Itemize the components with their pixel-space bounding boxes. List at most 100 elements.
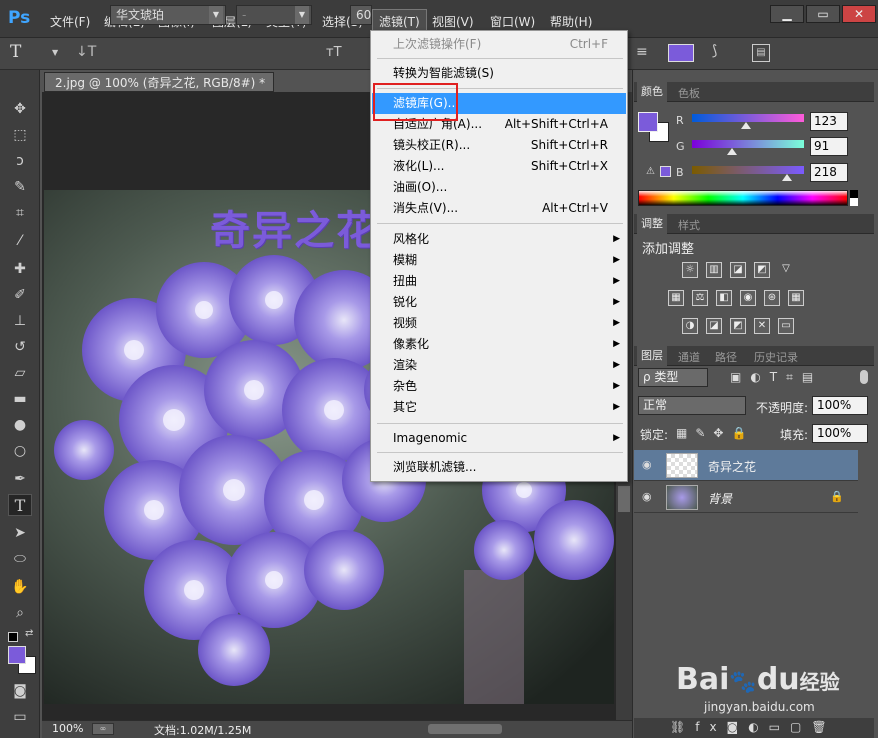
menu-item-other[interactable]: 其它 ▶ <box>372 397 626 418</box>
zoom-tool-icon[interactable]: ⌕ <box>8 602 32 624</box>
tab-color[interactable]: 颜色 <box>637 82 667 102</box>
menu-item-video[interactable]: 视频 ▶ <box>372 313 626 334</box>
color-lookup-icon[interactable]: ▦ <box>788 290 804 306</box>
move-tool-icon[interactable]: ✥ <box>8 98 32 120</box>
status-options-icon[interactable]: ∞ <box>92 723 114 735</box>
vertical-scroll-thumb[interactable] <box>618 486 630 512</box>
tab-adjustments[interactable]: 调整 <box>637 214 667 234</box>
filter-toggle-icon[interactable] <box>860 370 868 384</box>
levels-icon[interactable]: ▥ <box>706 262 722 278</box>
menu-item-oil-paint[interactable]: 油画(O)... <box>372 177 626 198</box>
red-slider[interactable] <box>692 114 804 122</box>
blue-slider-thumb[interactable] <box>782 174 792 181</box>
blur-tool-icon[interactable]: ● <box>8 414 32 436</box>
layer-action-icons[interactable]: ⛓fx◙◐▭▢🗑 <box>670 720 837 734</box>
menu-item-distort[interactable]: 扭曲 ▶ <box>372 271 626 292</box>
chevron-down-icon[interactable]: ▼ <box>52 48 58 57</box>
dodge-tool-icon[interactable]: ○ <box>8 440 32 462</box>
invert-icon[interactable]: ◑ <box>682 318 698 334</box>
type-tool-icon[interactable]: T <box>8 494 32 516</box>
menu-item-lens-correction[interactable]: 镜头校正(R)... Shift+Ctrl+R <box>372 135 626 156</box>
black-swatch[interactable] <box>850 190 858 198</box>
warp-text-icon[interactable]: ⟆ <box>712 43 717 59</box>
blue-slider[interactable] <box>692 166 804 174</box>
marquee-tool-icon[interactable]: ⬚ <box>8 124 32 146</box>
brush-tool-icon[interactable]: ✐ <box>8 284 32 306</box>
vibrance-icon[interactable]: ▽ <box>778 262 794 278</box>
text-orientation-icon[interactable]: ↓T <box>76 44 96 60</box>
red-value[interactable]: 123 <box>810 112 848 131</box>
layer-kind-filter[interactable]: ρ 类型 <box>638 368 708 387</box>
green-slider[interactable] <box>692 140 804 148</box>
tab-paths[interactable]: 路径 <box>711 349 741 365</box>
eyedropper-tool-icon[interactable]: ⁄ <box>8 230 32 252</box>
gamut-color-swatch[interactable] <box>660 166 671 177</box>
document-tab[interactable]: 2.jpg @ 100% (奇异之花, RGB/8#) * <box>44 72 274 92</box>
fill-input[interactable]: 100% <box>812 424 868 443</box>
lasso-tool-icon[interactable]: ↄ <box>8 150 32 172</box>
character-panel-icon[interactable]: ▤ <box>752 44 770 62</box>
quick-mask-icon[interactable]: ◙ <box>8 680 32 702</box>
eraser-tool-icon[interactable]: ▱ <box>8 362 32 384</box>
color-spectrum[interactable] <box>638 190 848 206</box>
horizontal-scroll-thumb[interactable] <box>428 724 502 734</box>
green-value[interactable]: 91 <box>810 137 848 156</box>
menu-help[interactable]: 帮助(H) <box>550 13 592 30</box>
swap-colors-icon[interactable]: ⇄ <box>25 628 33 639</box>
foreground-color-swatch[interactable] <box>638 112 658 132</box>
menu-item-noise[interactable]: 杂色 ▶ <box>372 376 626 397</box>
menu-item-render[interactable]: 渲染 ▶ <box>372 355 626 376</box>
photo-filter-icon[interactable]: ◉ <box>740 290 756 306</box>
eye-icon[interactable]: ◉ <box>642 458 652 471</box>
red-slider-thumb[interactable] <box>741 122 751 129</box>
close-button[interactable]: ✕ <box>842 5 876 23</box>
menu-item-sharpen[interactable]: 锐化 ▶ <box>372 292 626 313</box>
menu-item-browse-filters-online[interactable]: 浏览联机滤镜... <box>372 457 626 478</box>
healing-brush-tool-icon[interactable]: ✚ <box>8 258 32 280</box>
tab-layers[interactable]: 图层 <box>637 346 667 366</box>
hand-tool-icon[interactable]: ✋ <box>8 576 32 598</box>
default-colors-icon[interactable] <box>8 632 18 642</box>
blue-value[interactable]: 218 <box>810 163 848 182</box>
minimize-button[interactable]: ▁ <box>770 5 804 23</box>
lock-options-icons[interactable]: ▦✎✥🔒 <box>676 426 754 440</box>
text-color-swatch[interactable] <box>668 44 694 62</box>
crop-tool-icon[interactable]: ⌗ <box>8 202 32 224</box>
tab-channels[interactable]: 通道 <box>674 349 704 365</box>
layer-filter-icons[interactable]: ▣◐T⌗▤ <box>730 370 822 385</box>
canvas-text-layer[interactable]: 奇异之花 <box>210 198 370 256</box>
tab-history[interactable]: 历史记录 <box>750 349 802 365</box>
layer-row-text[interactable]: ◉ 奇异之花 <box>634 450 858 481</box>
history-brush-tool-icon[interactable]: ↺ <box>8 336 32 358</box>
menu-item-imagenomic[interactable]: Imagenomic ▶ <box>372 428 626 449</box>
text-tool-preset-icon[interactable]: T <box>10 42 38 64</box>
menu-item-liquify[interactable]: 液化(L)... Shift+Ctrl+X <box>372 156 626 177</box>
threshold-icon[interactable]: ◩ <box>730 318 746 334</box>
path-selection-tool-icon[interactable]: ➤ <box>8 522 32 544</box>
gamut-warning-icon[interactable]: ⚠ <box>646 166 655 177</box>
hue-saturation-icon[interactable]: ▦ <box>668 290 684 306</box>
white-swatch[interactable] <box>850 198 858 206</box>
opacity-input[interactable]: 100% <box>812 396 868 415</box>
restore-button[interactable]: ▭ <box>806 5 840 23</box>
zoom-level[interactable]: 100% <box>52 722 83 735</box>
gradient-tool-icon[interactable]: ▬ <box>8 388 32 410</box>
green-slider-thumb[interactable] <box>727 148 737 155</box>
screen-mode-icon[interactable]: ▭ <box>8 706 32 728</box>
menu-file[interactable]: 文件(F) <box>50 13 90 30</box>
foreground-color-swatch[interactable] <box>8 646 26 664</box>
tab-swatches[interactable]: 色板 <box>674 85 704 101</box>
menu-window[interactable]: 窗口(W) <box>490 13 535 30</box>
clone-stamp-tool-icon[interactable]: ⊥ <box>8 310 32 332</box>
ellipse-tool-icon[interactable]: ⬭ <box>8 548 32 570</box>
gradient-map-icon[interactable]: ▭ <box>778 318 794 334</box>
menu-item-stylize[interactable]: 风格化 ▶ <box>372 229 626 250</box>
menu-item-pixelate[interactable]: 像素化 ▶ <box>372 334 626 355</box>
menu-item-convert-smart-filter[interactable]: 转换为智能滤镜(S) <box>372 63 626 84</box>
channel-mixer-icon[interactable]: ⊛ <box>764 290 780 306</box>
font-family-select[interactable]: 华文琥珀 ▼ <box>110 5 226 25</box>
exposure-icon[interactable]: ◩ <box>754 262 770 278</box>
black-white-icon[interactable]: ◧ <box>716 290 732 306</box>
font-style-select[interactable]: - ▼ <box>236 5 312 25</box>
posterize-icon[interactable]: ◪ <box>706 318 722 334</box>
